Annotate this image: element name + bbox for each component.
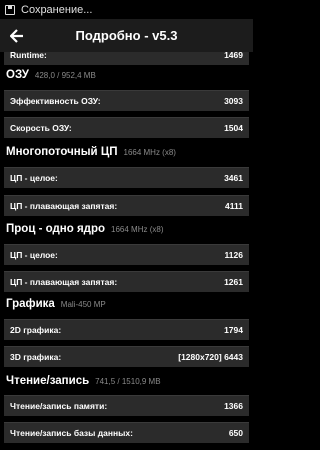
- status-bar: Сохранение...: [0, 0, 253, 19]
- row-label: ЦП - плавающая запятая:: [10, 277, 118, 287]
- section-title: Многопоточный ЦП: [6, 146, 118, 158]
- section-title: Графика: [6, 298, 55, 310]
- section-subtitle: 428,0 / 952,4 MB: [34, 71, 96, 80]
- section-header-ram: ОЗУ 428,0 / 952,4 MB: [6, 69, 96, 91]
- page-title: Подробно - v5.3: [75, 28, 178, 43]
- row-label: 3D графика:: [10, 352, 62, 362]
- section-title: Чтение/запись: [6, 375, 90, 387]
- result-row: Чтение/запись базы данных: 650: [4, 422, 249, 443]
- result-row: Чтение/запись памяти: 1366: [4, 395, 249, 416]
- result-row: Эффективность ОЗУ: 3093: [4, 90, 249, 111]
- result-row: 2D графика: 1794: [4, 319, 249, 340]
- section-title: ОЗУ: [6, 69, 29, 81]
- row-label: ЦП - целое:: [10, 173, 58, 183]
- row-value: 1126: [224, 250, 243, 260]
- row-label: Эффективность ОЗУ:: [10, 96, 101, 106]
- result-row: ЦП - целое: 1126: [4, 244, 249, 265]
- result-row: 3D графика: [1280x720] 6443: [4, 346, 249, 367]
- runtime-row: Runtime: 1469: [4, 52, 249, 65]
- back-button[interactable]: [0, 19, 34, 52]
- row-label: Runtime:: [10, 52, 47, 60]
- row-label: ЦП - плавающая запятая:: [10, 201, 118, 211]
- row-value: 1366: [224, 401, 243, 411]
- row-value: 650: [228, 428, 243, 438]
- section-header-graphics: Графика Mali-450 MP: [6, 298, 106, 320]
- result-row: ЦП - целое: 3461: [4, 167, 249, 188]
- section-header-io: Чтение/запись 741,5 / 1510,9 MB: [6, 375, 161, 397]
- row-value: 4111: [225, 201, 243, 211]
- result-row: Скорость ОЗУ: 1504: [4, 117, 249, 138]
- row-label: Чтение/запись памяти:: [10, 401, 108, 411]
- row-value: 3093: [224, 96, 243, 106]
- row-label: 2D графика:: [10, 325, 62, 335]
- section-header-cpu-single: Проц - одно ядро 1664 MHz (x8): [6, 223, 163, 245]
- row-label: Скорость ОЗУ:: [10, 123, 72, 133]
- row-value: 1261: [224, 277, 243, 287]
- save-icon: [4, 4, 16, 16]
- section-subtitle: Mali-450 MP: [60, 300, 106, 309]
- row-label: ЦП - целое:: [10, 250, 58, 260]
- row-value: 3461: [224, 173, 243, 183]
- row-value: 1794: [224, 325, 243, 335]
- section-subtitle: 1664 MHz (x8): [123, 148, 176, 157]
- section-subtitle: 1664 MHz (x8): [111, 225, 164, 234]
- action-bar: Подробно - v5.3: [0, 19, 253, 52]
- row-label: Чтение/запись базы данных:: [10, 428, 133, 438]
- row-value: 1504: [224, 123, 243, 133]
- back-arrow-icon: [10, 28, 23, 43]
- section-title: Проц - одно ядро: [6, 223, 106, 235]
- section-subtitle: 741,5 / 1510,9 MB: [95, 377, 161, 386]
- result-row: ЦП - плавающая запятая: 4111: [4, 195, 249, 216]
- result-row: ЦП - плавающая запятая: 1261: [4, 271, 249, 292]
- results-list[interactable]: Runtime: 1469 ОЗУ 428,0 / 952,4 MB Эффек…: [0, 52, 253, 450]
- status-text: Сохранение...: [21, 3, 93, 16]
- row-value: [1280x720] 6443: [178, 352, 243, 362]
- row-value: 1469: [224, 52, 243, 60]
- section-header-cpu-multi: Многопоточный ЦП 1664 MHz (x8): [6, 146, 176, 168]
